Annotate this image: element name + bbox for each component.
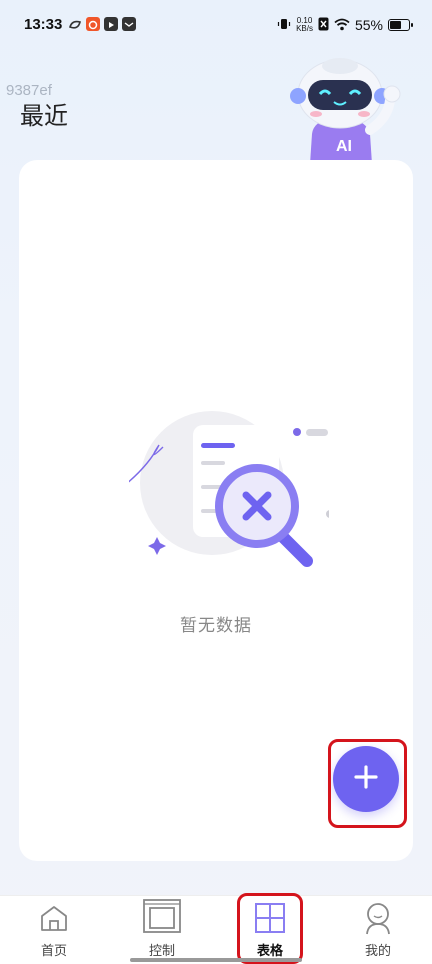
home-icon [41,906,67,931]
play-app-icon [104,17,118,31]
tab-profile-label: 我的 [364,944,391,959]
bottom-tab-bar: 首页 控制 表格 我的 [0,895,432,964]
tab-home-label: 首页 [40,944,67,959]
vibrate-icon [277,16,291,35]
robot-mascot-icon: AI [278,48,412,164]
net-speed-unit: KB/s [296,24,313,33]
tab-table-highlight [237,893,303,964]
page-title: 最近 [20,102,68,130]
wifi-icon [334,16,350,35]
battery-percent: 55% [354,17,383,33]
empty-data-illustration-icon [124,405,334,585]
battery-icon [388,19,413,31]
tab-control[interactable]: 控制 [108,896,216,964]
control-icon [143,899,181,933]
tab-control-label: 控制 [148,944,175,959]
profile-icon [366,903,390,935]
mail-app-icon [122,17,136,31]
net-speed: 0.10 KB/s [296,17,313,33]
empty-state-message: 暂无数据 [180,616,252,636]
sync-app-icon [68,17,82,31]
tab-home[interactable]: 首页 [0,896,108,964]
app-notification-icon [86,17,100,31]
status-time: 13:33 [24,16,63,33]
status-bar: 13:33 0.10 KB/s 55% [0,0,432,52]
tab-profile[interactable]: 我的 [324,896,432,964]
svg-text:AI: AI [336,138,352,155]
home-indicator [130,958,302,962]
no-sim-icon [318,16,329,35]
add-button-highlight [328,739,407,828]
